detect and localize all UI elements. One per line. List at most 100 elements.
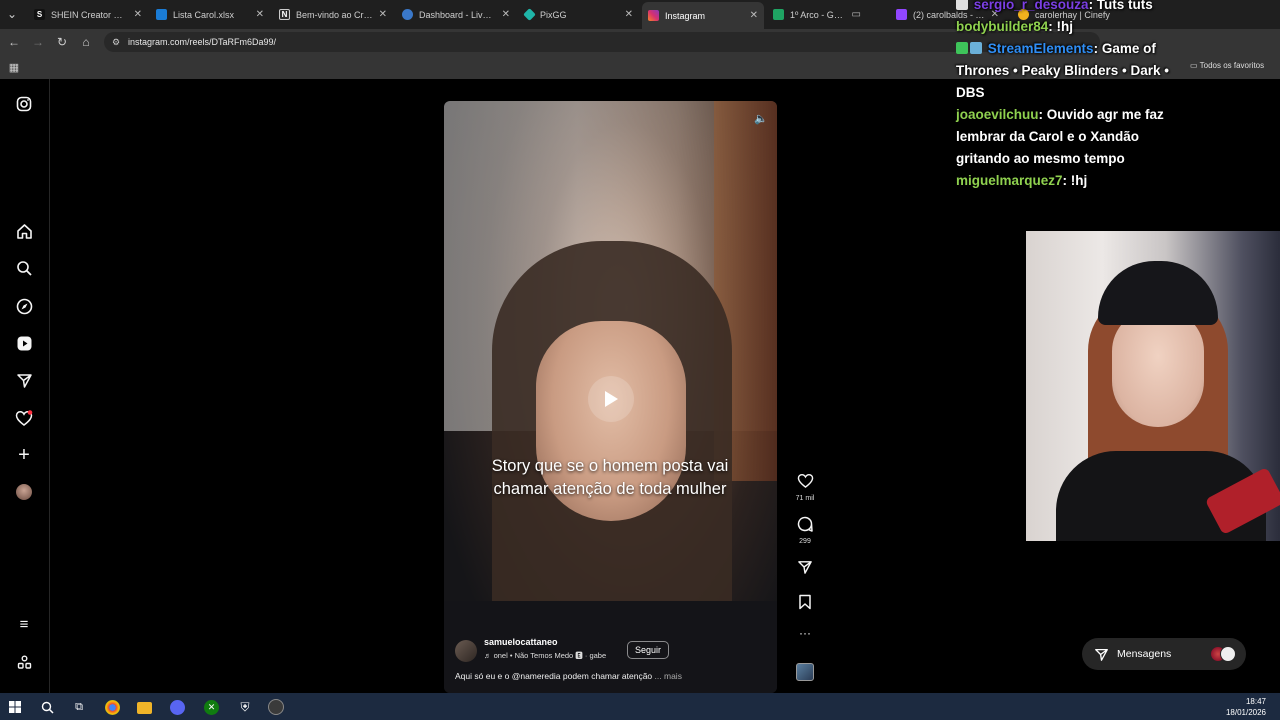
tab-google-sheets[interactable]: 1º Arco - Google ▭ [767,4,867,25]
more-options-icon[interactable]: ··· [793,626,817,640]
taskbar-search-icon[interactable] [38,698,56,716]
save-action[interactable] [793,594,817,615]
video-caption-overlay: Story que se o homem posta vai chamar at… [491,457,729,498]
obs-icon[interactable] [268,699,284,715]
clock-time: 18:47 [1245,697,1266,706]
comment-action[interactable]: 299 [793,516,817,545]
tab-shein[interactable]: S SHEIN Creator Center ✕ [28,4,148,25]
chat-message: joaoevilchuu: Ouvido agr me faz lembrar … [950,104,1280,170]
onedrive-icon [156,9,167,20]
also-from-meta-icon[interactable] [14,652,34,672]
streamer-webcam [1026,231,1280,541]
webcam-face [1112,309,1204,427]
avatar [1220,646,1236,662]
home-icon[interactable] [14,221,34,241]
more-menu-icon[interactable]: ≡ [14,614,34,634]
chat-text: : !hj [1062,173,1088,188]
home-icon[interactable]: ⌂ [78,34,94,50]
close-tab-icon[interactable]: ✕ [134,9,142,20]
xbox-icon[interactable]: ✕ [204,700,219,715]
close-tab-icon[interactable]: ✕ [625,9,633,20]
tab-notion[interactable]: N Bem-vindo ao Cronogr ✕ [273,4,393,25]
tab-livepix[interactable]: Dashboard - LivePix ✕ [396,4,516,25]
tab-title: PixGG [540,9,567,20]
author-avatar[interactable] [455,640,477,662]
reels-icon[interactable] [14,333,34,353]
more-link[interactable]: ... mais [655,671,682,681]
apps-grid-icon[interactable]: ▦ [6,59,22,75]
verified-badge-icon [956,42,968,54]
media-icon[interactable]: ▭ [852,9,861,20]
notion-icon: N [279,9,290,20]
share-icon [798,561,812,574]
follow-button[interactable]: Seguir [627,641,670,659]
audio-thumbnail[interactable] [796,663,814,681]
messages-send-icon [1095,648,1108,661]
windows-taskbar: ⧉ ✕ ⛨ 18:47 18/01/2026 [0,693,1280,720]
clock-date: 18/01/2026 [1225,708,1266,717]
tab-title: Instagram [665,10,706,21]
tab-search-chevron-icon[interactable]: ⌄ [4,6,20,22]
reel-description: Aqui só eu e o @nameredia podem chamar a… [455,671,775,681]
like-action[interactable]: 71 mil [793,473,817,502]
reel-audio[interactable]: ♬ onel • Não Temos Medo 🅴 · gabe [484,650,606,661]
profile-avatar[interactable] [14,482,34,502]
discord-icon[interactable] [170,700,185,715]
create-plus-icon[interactable]: + [14,444,34,466]
webcam-cap [1098,261,1218,325]
tab-title: Lista Carol.xlsx [173,9,235,20]
site-info-icon[interactable]: ⚙ [112,37,120,48]
stream-chat-overlay: sergio_r_desouza: Tuts tuts bodybuilder8… [950,0,1280,215]
audio-title: onel • Não Temos Medo 🅴 · gabe [493,651,607,660]
chat-username: StreamElements [987,41,1094,56]
tab-lista-carol[interactable]: Lista Carol.xlsx ✕ [150,4,270,25]
search-icon[interactable] [14,258,34,278]
url-text: instagram.com/reels/DTaRFm6Da99/ [128,37,277,47]
file-explorer-icon[interactable] [137,702,152,714]
chrome-icon[interactable] [105,700,120,715]
windows-start-icon[interactable] [6,698,24,716]
chat-text: : !hj [1048,19,1074,34]
author-username[interactable]: samuelocattaneo [484,637,558,647]
livepix-icon [402,9,413,20]
tab-instagram[interactable]: Instagram ✕ [642,2,764,29]
security-shield-icon[interactable]: ⛨ [236,698,254,716]
chat-message: bodybuilder84: !hj [950,16,1280,38]
chat-username: joaoevilchuu [956,107,1039,122]
back-icon[interactable]: ← [6,34,22,50]
volume-icon[interactable]: 🔈 [752,109,770,127]
like-heart-icon [797,473,813,489]
music-note-icon: ♬ [484,651,492,660]
chat-username: sergio_r_desouza [973,0,1089,12]
chat-message: StreamElements: Game of Thrones • Peaky … [950,38,1280,104]
tab-pixgg[interactable]: PixGG ✕ [519,4,639,25]
forward-icon[interactable]: → [30,34,46,50]
close-tab-icon[interactable]: ✕ [502,9,510,20]
close-tab-icon[interactable]: ✕ [750,10,758,21]
explore-icon[interactable] [14,296,34,316]
shein-icon: S [34,9,45,20]
play-button[interactable] [588,376,634,422]
bot-badge-icon [970,42,982,54]
notifications-heart-icon[interactable] [14,408,34,428]
instagram-sidebar: + ≡ [0,79,50,693]
chat-text: : Tuts tuts [1088,0,1153,12]
comment-count: 299 [799,538,811,545]
close-tab-icon[interactable]: ✕ [256,9,264,20]
pix-icon [523,8,536,21]
tab-title: Bem-vindo ao Cronogr [296,9,373,20]
twitch-icon [896,9,907,20]
direct-messages-icon[interactable] [14,370,34,390]
description-text: Aqui só eu e o @nameredia podem chamar a… [455,671,653,681]
comment-icon [797,516,813,532]
system-clock[interactable]: 18:47 18/01/2026 [1226,696,1266,718]
instagram-logo-icon[interactable] [14,94,34,114]
google-drive-icon [773,9,784,20]
share-action[interactable] [793,559,817,580]
close-tab-icon[interactable]: ✕ [379,9,387,20]
chat-username: miguelmarquez7 [956,173,1063,188]
reload-icon[interactable]: ↻ [54,34,70,50]
task-view-icon[interactable]: ⧉ [70,698,88,716]
messages-button[interactable]: Mensagens [1082,638,1246,670]
chat-message: sergio_r_desouza: Tuts tuts [950,0,1280,16]
